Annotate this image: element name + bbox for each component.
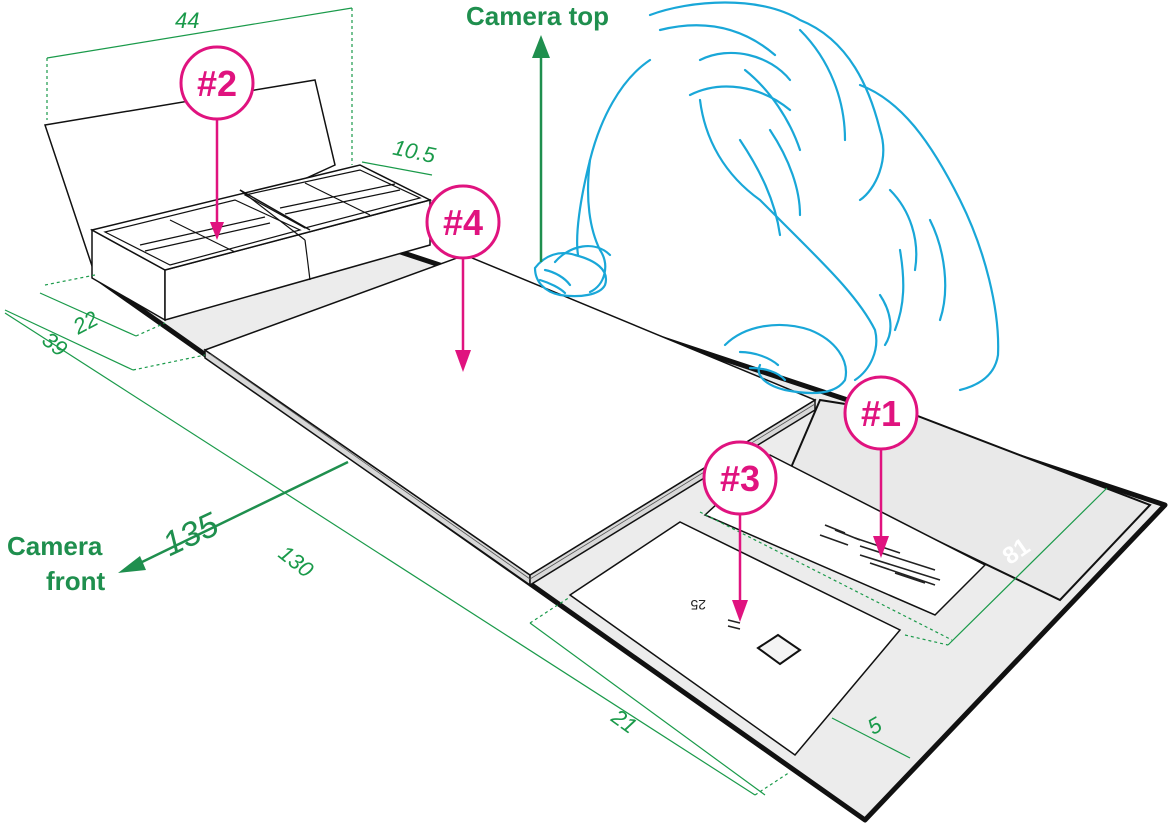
callout-4-label: #4 <box>443 202 483 243</box>
callout-1-label: #1 <box>861 393 901 434</box>
camera-front-label-1: Camera <box>7 531 103 561</box>
camera-front-arrow-icon <box>118 556 146 573</box>
camera-top-axis <box>532 35 550 262</box>
camera-top-label: Camera top <box>466 1 609 31</box>
dim-39-label: 39 <box>37 327 72 362</box>
dim-22-label: 22 <box>68 306 102 340</box>
setup-diagram: 25 81 44 10.5 22 39 130 21 5 Camera top … <box>4 1 1168 823</box>
dim-130-label: 130 <box>274 540 319 583</box>
person-sleeve-folds <box>888 188 947 332</box>
camera-front-distance: 135 <box>157 505 225 563</box>
dim-10-5-label: 10.5 <box>391 135 439 169</box>
person-right-arm <box>798 238 892 382</box>
person-left-arm <box>553 158 612 294</box>
dim-21-label: 21 <box>606 703 641 738</box>
camera-front-axis <box>118 460 349 573</box>
callout-2-label: #2 <box>197 63 237 104</box>
person-face <box>698 98 802 242</box>
card-3-mirrored-text: 25 <box>690 597 706 613</box>
callout-3-label: #3 <box>720 458 760 499</box>
camera-top-arrow-icon <box>532 35 550 58</box>
camera-front-label-2: front <box>46 566 106 596</box>
person-hair <box>648 1 885 237</box>
dim-44-label: 44 <box>175 8 199 33</box>
